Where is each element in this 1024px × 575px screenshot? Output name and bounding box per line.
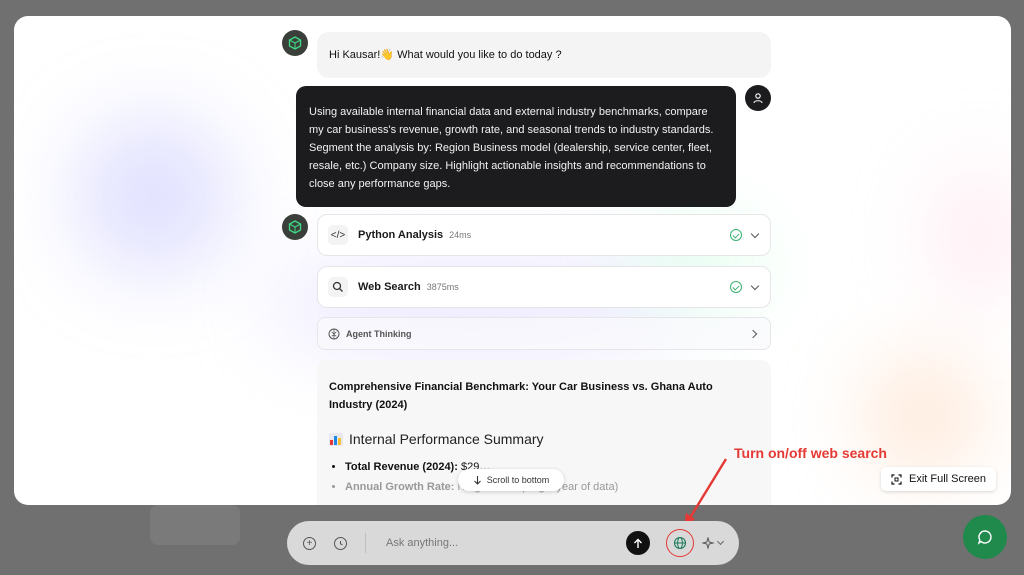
- sparkle-icon: [702, 536, 715, 550]
- decorative-glow: [934, 166, 1011, 306]
- user-avatar: [745, 85, 771, 111]
- globe-icon: [673, 536, 687, 550]
- greeting-text: Hi Kausar!👋 What would you like to do to…: [329, 49, 562, 61]
- agent-thinking-row[interactable]: Agent Thinking: [317, 317, 771, 350]
- model-selector-button[interactable]: [702, 536, 725, 550]
- assistant-avatar: [282, 30, 308, 56]
- chevron-right-icon: [748, 329, 758, 338]
- chevron-down-icon: [716, 537, 725, 546]
- chat-thread: Hi Kausar!👋 What would you like to do to…: [282, 16, 774, 505]
- item-label: Annual Growth Rate:: [345, 481, 455, 493]
- tool-name: Web Search: [358, 281, 421, 293]
- backdrop-shape: [150, 505, 240, 545]
- message-circle-icon: [977, 530, 992, 545]
- tool-card-python-analysis[interactable]: </> Python Analysis 24ms: [317, 214, 771, 256]
- brain-icon: [328, 328, 340, 339]
- chat-launcher-button[interactable]: [963, 515, 1007, 559]
- user-message-bubble: Using available internal financial data …: [296, 86, 736, 207]
- exit-fullscreen-icon: [891, 473, 902, 485]
- exit-full-screen-button[interactable]: Exit Full Screen: [881, 467, 996, 491]
- thinking-label: Agent Thinking: [346, 328, 412, 339]
- input-divider: [365, 533, 366, 553]
- report-title: Comprehensive Financial Benchmark: Your …: [329, 381, 713, 411]
- scroll-button-label: Scroll to bottom: [486, 475, 550, 485]
- annotation-label: Turn on/off web search: [734, 445, 887, 461]
- search-icon: [328, 277, 348, 297]
- check-circle-icon: [730, 281, 742, 293]
- chevron-down-icon[interactable]: [750, 229, 760, 238]
- tool-card-web-search[interactable]: Web Search 3875ms: [317, 266, 771, 308]
- bar-chart-icon: [329, 432, 343, 446]
- scroll-to-bottom-button[interactable]: Scroll to bottom: [458, 469, 564, 491]
- code-icon: </>: [328, 225, 348, 245]
- history-clock-icon[interactable]: [334, 536, 347, 550]
- user-icon: [753, 93, 763, 104]
- tool-name: Python Analysis: [358, 229, 444, 241]
- item-label: Total Revenue (2024):: [345, 461, 458, 473]
- cube-logo-icon: [288, 36, 302, 50]
- assistant-greeting-bubble: Hi Kausar!👋 What would you like to do to…: [317, 32, 771, 78]
- report-heading-text: Internal Performance Summary: [349, 431, 544, 447]
- add-attachment-icon[interactable]: +: [303, 536, 316, 550]
- arrow-down-icon: [473, 476, 481, 485]
- chevron-down-icon[interactable]: [750, 281, 760, 290]
- assistant-avatar: [282, 214, 308, 240]
- web-search-toggle-button[interactable]: [666, 529, 694, 557]
- tool-duration: 3875ms: [426, 282, 459, 292]
- cube-logo-icon: [288, 220, 302, 234]
- exit-button-label: Exit Full Screen: [908, 473, 987, 485]
- decorative-glow: [74, 116, 234, 276]
- user-message-text: Using available internal financial data …: [309, 106, 714, 190]
- check-circle-icon: [730, 229, 742, 241]
- arrow-up-icon: [634, 538, 642, 548]
- chat-input-bar: +: [287, 521, 739, 565]
- fullscreen-chat-panel: Hi Kausar!👋 What would you like to do to…: [14, 16, 1011, 505]
- report-section-heading: Internal Performance Summary: [329, 431, 759, 447]
- send-button[interactable]: [626, 531, 650, 555]
- tool-duration: 24ms: [449, 230, 472, 240]
- ask-anything-input[interactable]: [386, 537, 622, 549]
- annotation-arrow-icon: [684, 458, 728, 527]
